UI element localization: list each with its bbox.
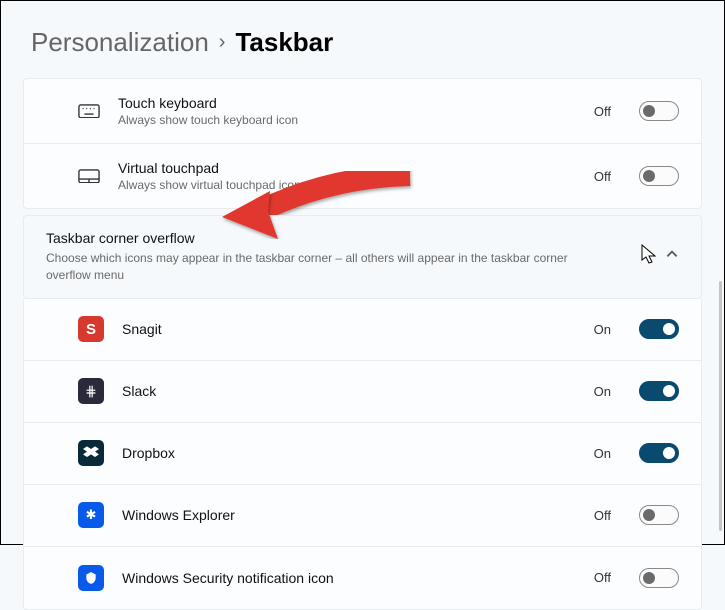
toggle-state-label: Off — [594, 508, 611, 523]
toggle-state-label: On — [594, 446, 611, 461]
app-title: Windows Explorer — [122, 507, 576, 523]
toggle-touch-keyboard[interactable] — [639, 101, 679, 121]
toggle-virtual-touchpad[interactable] — [639, 166, 679, 186]
section-description: Choose which icons may appear in the tas… — [46, 250, 606, 284]
touchpad-icon — [78, 165, 100, 187]
toggle-state-label: Off — [594, 104, 611, 119]
setting-title: Virtual touchpad — [118, 160, 576, 176]
toggle-state-label: On — [594, 322, 611, 337]
overflow-section-header[interactable]: Taskbar corner overflow Choose which ico… — [23, 215, 702, 299]
setting-subtitle: Always show virtual touchpad icon — [118, 178, 576, 192]
scrollbar[interactable] — [719, 281, 722, 531]
breadcrumb: Personalization › Taskbar — [1, 1, 724, 78]
toggle-state-label: On — [594, 384, 611, 399]
setting-subtitle: Always show touch keyboard icon — [118, 113, 576, 127]
slack-icon — [78, 378, 104, 404]
toggle-snagit[interactable] — [639, 319, 679, 339]
setting-row-virtual-touchpad[interactable]: Virtual touchpad Always show virtual tou… — [24, 144, 701, 208]
section-title: Taskbar corner overflow — [46, 230, 647, 246]
toggle-dropbox[interactable] — [639, 443, 679, 463]
corner-icons-panel: Touch keyboard Always show touch keyboar… — [23, 78, 702, 209]
toggle-windows-security[interactable] — [639, 568, 679, 588]
overflow-row-dropbox[interactable]: Dropbox On — [24, 423, 701, 485]
overflow-row-slack[interactable]: Slack On — [24, 361, 701, 423]
toggle-windows-explorer[interactable] — [639, 505, 679, 525]
overflow-row-windows-security[interactable]: Windows Security notification icon Off — [24, 547, 701, 609]
toggle-state-label: Off — [594, 169, 611, 184]
toggle-state-label: Off — [594, 570, 611, 585]
setting-row-touch-keyboard[interactable]: Touch keyboard Always show touch keyboar… — [24, 79, 701, 144]
app-title: Dropbox — [122, 445, 576, 461]
chevron-right-icon: › — [219, 31, 226, 54]
overflow-row-windows-explorer[interactable]: Windows Explorer Off — [24, 485, 701, 547]
setting-title: Touch keyboard — [118, 95, 576, 111]
snagit-icon — [78, 316, 104, 342]
windows-security-icon — [78, 565, 104, 591]
breadcrumb-current: Taskbar — [235, 27, 333, 58]
toggle-slack[interactable] — [639, 381, 679, 401]
overflow-items-panel: Snagit On Slack On Dropbox On Windows Ex… — [23, 299, 702, 610]
dropbox-icon — [78, 440, 104, 466]
bluetooth-icon — [78, 502, 104, 528]
app-title: Snagit — [122, 321, 576, 337]
app-title: Slack — [122, 383, 576, 399]
keyboard-icon — [78, 100, 100, 122]
overflow-row-snagit[interactable]: Snagit On — [24, 299, 701, 361]
chevron-up-icon — [665, 247, 679, 266]
app-title: Windows Security notification icon — [122, 570, 576, 586]
breadcrumb-parent[interactable]: Personalization — [31, 27, 209, 58]
